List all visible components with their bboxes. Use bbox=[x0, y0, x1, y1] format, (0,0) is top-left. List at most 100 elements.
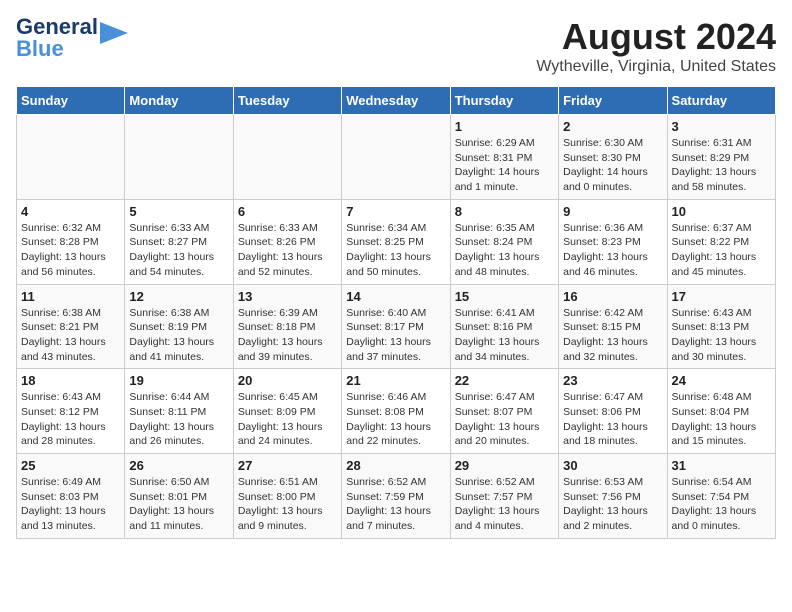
calendar-table: SundayMondayTuesdayWednesdayThursdayFrid… bbox=[16, 86, 776, 539]
calendar-cell: 4Sunrise: 6:32 AM Sunset: 8:28 PM Daylig… bbox=[17, 199, 125, 284]
day-number: 9 bbox=[563, 204, 662, 219]
day-info: Sunrise: 6:30 AM Sunset: 8:30 PM Dayligh… bbox=[563, 136, 662, 195]
calendar-cell: 20Sunrise: 6:45 AM Sunset: 8:09 PM Dayli… bbox=[233, 369, 341, 454]
day-info: Sunrise: 6:38 AM Sunset: 8:21 PM Dayligh… bbox=[21, 306, 120, 365]
calendar-cell: 12Sunrise: 6:38 AM Sunset: 8:19 PM Dayli… bbox=[125, 284, 233, 369]
calendar-cell: 31 Sunrise: 6:54 AM Sunset: 7:54 PM Dayli… bbox=[667, 454, 775, 539]
calendar-cell: 13 Sunrise: 6:39 AM Sunset: 8:18 PM Dayli… bbox=[233, 284, 341, 369]
day-info: Sunrise: 6:37 AM Sunset: 8:22 PM Dayligh… bbox=[672, 221, 771, 280]
calendar-cell: 1Sunrise: 6:29 AM Sunset: 8:31 PM Daylig… bbox=[450, 115, 558, 200]
day-info: Sunrise: 6:47 AM Sunset: 8:06 PM Dayligh… bbox=[563, 390, 662, 449]
calendar-cell: 30 Sunrise: 6:53 AM Sunset: 7:56 PM Dayli… bbox=[559, 454, 667, 539]
day-number: 18 bbox=[21, 373, 120, 388]
weekday-header-monday: Monday bbox=[125, 87, 233, 115]
weekday-header-row: SundayMondayTuesdayWednesdayThursdayFrid… bbox=[17, 87, 776, 115]
calendar-cell: 8 Sunrise: 6:35 AM Sunset: 8:24 PM Daylig… bbox=[450, 199, 558, 284]
calendar-cell: 5 Sunrise: 6:33 AM Sunset: 8:27 PM Daylig… bbox=[125, 199, 233, 284]
day-info: Sunrise: 6:35 AM Sunset: 8:24 PM Dayligh… bbox=[455, 221, 554, 280]
day-number: 5 bbox=[129, 204, 228, 219]
logo-arrow-icon bbox=[100, 22, 128, 44]
day-number: 3 bbox=[672, 119, 771, 134]
calendar-cell: 17Sunrise: 6:43 AM Sunset: 8:13 PM Dayli… bbox=[667, 284, 775, 369]
day-number: 30 bbox=[563, 458, 662, 473]
calendar-cell: 14 Sunrise: 6:40 AM Sunset: 8:17 PM Dayli… bbox=[342, 284, 450, 369]
day-number: 16 bbox=[563, 289, 662, 304]
weekday-header-friday: Friday bbox=[559, 87, 667, 115]
calendar-cell bbox=[125, 115, 233, 200]
logo-blue: Blue bbox=[16, 36, 64, 61]
day-info: Sunrise: 6:44 AM Sunset: 8:11 PM Dayligh… bbox=[129, 390, 228, 449]
day-number: 28 bbox=[346, 458, 445, 473]
day-number: 26 bbox=[129, 458, 228, 473]
day-info: Sunrise: 6:47 AM Sunset: 8:07 PM Dayligh… bbox=[455, 390, 554, 449]
calendar-cell: 9 Sunrise: 6:36 AM Sunset: 8:23 PM Daylig… bbox=[559, 199, 667, 284]
week-row-3: 11 Sunrise: 6:38 AM Sunset: 8:21 PM Dayli… bbox=[17, 284, 776, 369]
day-number: 13 bbox=[238, 289, 337, 304]
day-info: Sunrise: 6:43 AM Sunset: 8:12 PM Dayligh… bbox=[21, 390, 120, 449]
day-number: 27 bbox=[238, 458, 337, 473]
week-row-4: 18 Sunrise: 6:43 AM Sunset: 8:12 PM Dayli… bbox=[17, 369, 776, 454]
day-info: Sunrise: 6:43 AM Sunset: 8:13 PM Dayligh… bbox=[672, 306, 771, 365]
day-info: Sunrise: 6:51 AM Sunset: 8:00 PM Dayligh… bbox=[238, 475, 337, 534]
day-info: Sunrise: 6:52 AM Sunset: 7:59 PM Dayligh… bbox=[346, 475, 445, 534]
day-number: 29 bbox=[455, 458, 554, 473]
day-number: 10 bbox=[672, 204, 771, 219]
calendar-cell: 26Sunrise: 6:50 AM Sunset: 8:01 PM Dayli… bbox=[125, 454, 233, 539]
day-number: 2 bbox=[563, 119, 662, 134]
weekday-header-sunday: Sunday bbox=[17, 87, 125, 115]
header: GeneralBlue August 2024 Wytheville, Virg… bbox=[16, 16, 776, 76]
title-block: August 2024 Wytheville, Virginia, United… bbox=[536, 16, 776, 76]
day-number: 1 bbox=[455, 119, 554, 134]
day-info: Sunrise: 6:39 AM Sunset: 8:18 PM Dayligh… bbox=[238, 306, 337, 365]
day-info: Sunrise: 6:36 AM Sunset: 8:23 PM Dayligh… bbox=[563, 221, 662, 280]
calendar-cell: 22 Sunrise: 6:47 AM Sunset: 8:07 PM Dayli… bbox=[450, 369, 558, 454]
day-number: 14 bbox=[346, 289, 445, 304]
calendar-cell bbox=[233, 115, 341, 200]
day-info: Sunrise: 6:33 AM Sunset: 8:27 PM Dayligh… bbox=[129, 221, 228, 280]
calendar-cell: 11 Sunrise: 6:38 AM Sunset: 8:21 PM Dayli… bbox=[17, 284, 125, 369]
calendar-cell: 27 Sunrise: 6:51 AM Sunset: 8:00 PM Dayli… bbox=[233, 454, 341, 539]
weekday-header-wednesday: Wednesday bbox=[342, 87, 450, 115]
calendar-cell: 28 Sunrise: 6:52 AM Sunset: 7:59 PM Dayli… bbox=[342, 454, 450, 539]
day-number: 4 bbox=[21, 204, 120, 219]
calendar-cell: 6Sunrise: 6:33 AM Sunset: 8:26 PM Daylig… bbox=[233, 199, 341, 284]
day-info: Sunrise: 6:52 AM Sunset: 7:57 PM Dayligh… bbox=[455, 475, 554, 534]
week-row-2: 4Sunrise: 6:32 AM Sunset: 8:28 PM Daylig… bbox=[17, 199, 776, 284]
day-info: Sunrise: 6:33 AM Sunset: 8:26 PM Dayligh… bbox=[238, 221, 337, 280]
calendar-cell: 3Sunrise: 6:31 AM Sunset: 8:29 PM Daylig… bbox=[667, 115, 775, 200]
logo-text: GeneralBlue bbox=[16, 16, 98, 60]
day-number: 24 bbox=[672, 373, 771, 388]
calendar-cell: 21Sunrise: 6:46 AM Sunset: 8:08 PM Dayli… bbox=[342, 369, 450, 454]
calendar-cell: 18 Sunrise: 6:43 AM Sunset: 8:12 PM Dayli… bbox=[17, 369, 125, 454]
weekday-header-tuesday: Tuesday bbox=[233, 87, 341, 115]
page-subtitle: Wytheville, Virginia, United States bbox=[536, 58, 776, 76]
day-info: Sunrise: 6:40 AM Sunset: 8:17 PM Dayligh… bbox=[346, 306, 445, 365]
day-info: Sunrise: 6:45 AM Sunset: 8:09 PM Dayligh… bbox=[238, 390, 337, 449]
day-number: 7 bbox=[346, 204, 445, 219]
day-number: 12 bbox=[129, 289, 228, 304]
calendar-cell: 24 Sunrise: 6:48 AM Sunset: 8:04 PM Dayli… bbox=[667, 369, 775, 454]
day-info: Sunrise: 6:53 AM Sunset: 7:56 PM Dayligh… bbox=[563, 475, 662, 534]
day-number: 19 bbox=[129, 373, 228, 388]
calendar-cell: 2 Sunrise: 6:30 AM Sunset: 8:30 PM Daylig… bbox=[559, 115, 667, 200]
day-number: 8 bbox=[455, 204, 554, 219]
calendar-cell: 23 Sunrise: 6:47 AM Sunset: 8:06 PM Dayli… bbox=[559, 369, 667, 454]
day-info: Sunrise: 6:42 AM Sunset: 8:15 PM Dayligh… bbox=[563, 306, 662, 365]
day-number: 31 bbox=[672, 458, 771, 473]
day-info: Sunrise: 6:41 AM Sunset: 8:16 PM Dayligh… bbox=[455, 306, 554, 365]
calendar-cell: 16 Sunrise: 6:42 AM Sunset: 8:15 PM Dayli… bbox=[559, 284, 667, 369]
calendar-cell bbox=[17, 115, 125, 200]
day-info: Sunrise: 6:48 AM Sunset: 8:04 PM Dayligh… bbox=[672, 390, 771, 449]
calendar-cell: 7Sunrise: 6:34 AM Sunset: 8:25 PM Daylig… bbox=[342, 199, 450, 284]
day-number: 22 bbox=[455, 373, 554, 388]
calendar-cell: 19 Sunrise: 6:44 AM Sunset: 8:11 PM Dayli… bbox=[125, 369, 233, 454]
weekday-header-saturday: Saturday bbox=[667, 87, 775, 115]
day-number: 15 bbox=[455, 289, 554, 304]
calendar-cell: 10 Sunrise: 6:37 AM Sunset: 8:22 PM Dayli… bbox=[667, 199, 775, 284]
day-info: Sunrise: 6:54 AM Sunset: 7:54 PM Dayligh… bbox=[672, 475, 771, 534]
page-title: August 2024 bbox=[536, 16, 776, 58]
day-number: 11 bbox=[21, 289, 120, 304]
day-number: 23 bbox=[563, 373, 662, 388]
day-info: Sunrise: 6:46 AM Sunset: 8:08 PM Dayligh… bbox=[346, 390, 445, 449]
weekday-header-thursday: Thursday bbox=[450, 87, 558, 115]
